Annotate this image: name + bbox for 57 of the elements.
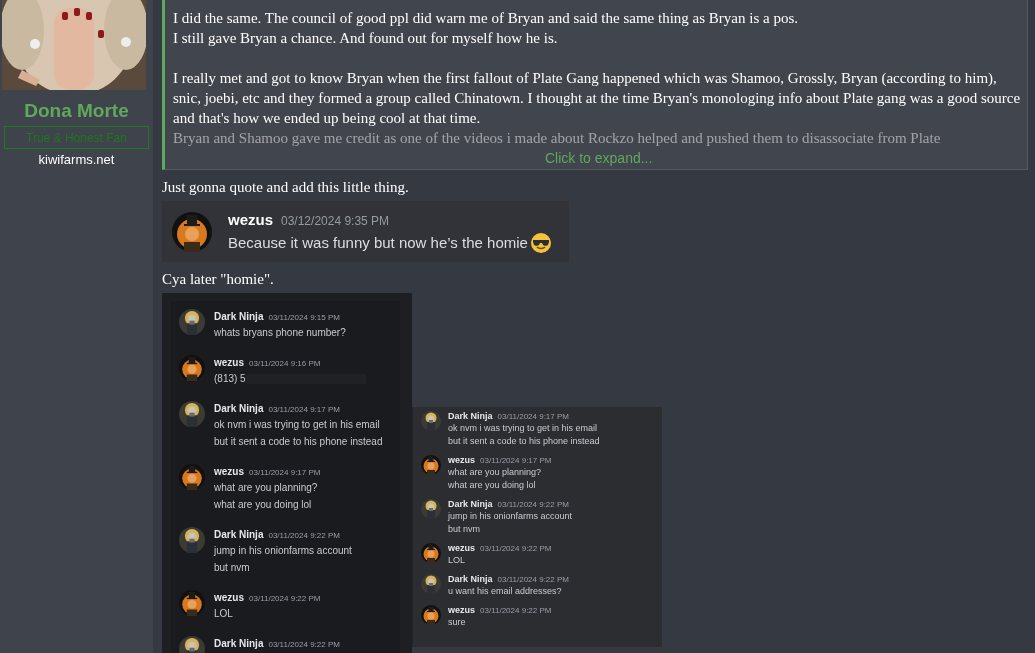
timestamp: 03/11/2024 9:17 PM: [497, 411, 569, 422]
message-text: but nvm: [448, 523, 480, 536]
username[interactable]: Dona Morte: [24, 99, 129, 123]
message-text: LOL: [214, 607, 233, 621]
message-text: Because it was funny but now he’s the homie: [228, 232, 528, 253]
message-text: what are you planning?: [448, 466, 542, 479]
click-to-expand-link[interactable]: Click to expand...: [545, 150, 653, 166]
author-name: Dark Ninja: [214, 310, 264, 324]
author-name: wezus: [448, 455, 475, 466]
post-text: Cya later "homie".: [162, 270, 275, 289]
message-text: u want his email addresses?: [448, 585, 562, 598]
timestamp: 03/11/2024 9:16 PM: [249, 358, 321, 370]
author-name: wezus: [214, 356, 244, 370]
author-name: wezus: [214, 465, 244, 479]
author-name: Dark Ninja: [214, 402, 264, 416]
timestamp: 03/11/2024 9:22 PM: [480, 605, 552, 616]
author-name: Dark Ninja: [214, 528, 264, 542]
message-text: what are you doing lol: [448, 479, 536, 492]
message-text: but nvm: [214, 561, 250, 575]
timestamp: 03/11/2024 9:17 PM: [480, 455, 552, 466]
quote-text: I really met and got to know Bryan when the first fallout of Plate Gang happened which was Shamoo, Grossly, Bryan (according to him), snic, joebi, etc and they formed a group called Chinatown. I thought at the time Bryan's monologing info about Plate gang was a good source and that's how we ended up being cool at that time.: [173, 69, 1022, 128]
author-name: wezus: [214, 591, 244, 605]
timestamp: 03/11/2024 9:22 PM: [497, 499, 569, 510]
author-name: wezus: [228, 210, 273, 230]
post-text: Just gonna quote and add this little thing.: [162, 178, 410, 197]
timestamp: 03/11/2024 9:22 PM: [268, 530, 340, 542]
message-text: but it sent a code to his phone instead: [448, 435, 600, 448]
author-name: wezus: [448, 543, 475, 554]
quote-text: Bryan and Shamoo gave me credit as one of the videos i made about Rockzo helped and pushed them to disassociate from Plate: [173, 129, 942, 148]
message-text: (813) 5: [214, 372, 246, 386]
author-name: Dark Ninja: [448, 574, 493, 585]
message-text: jump in his onionfarms account: [448, 510, 573, 523]
sunglasses-emoji-icon: [529, 231, 552, 254]
message-text: LOL: [448, 554, 465, 567]
quote-text: I did the same. The council of good ppl did warn me of Bryan and said the same thing as Bryan is a pos.: [173, 9, 799, 28]
timestamp: 03/11/2024 9:17 PM: [268, 404, 340, 416]
author-name: Dark Ninja: [448, 411, 493, 422]
message-text: but it sent a code to his phone instead: [214, 435, 383, 449]
author-name: Dark Ninja: [214, 637, 264, 651]
quote-text: I still gave Bryan a chance. And found out for myself how he is.: [173, 29, 559, 48]
message-text: whats bryans phone number?: [214, 326, 346, 340]
timestamp: 03/11/2024 9:22 PM: [497, 574, 569, 585]
user-banner-text: kiwifarms.net: [38, 151, 115, 169]
message-text: what are you planning?: [214, 481, 318, 495]
message-text: what are you doing lol: [214, 498, 312, 512]
timestamp: 03/11/2024 9:22 PM: [480, 543, 552, 554]
message-text: ok nvm i was trying to get in his email: [214, 418, 380, 432]
author-name: wezus: [448, 605, 475, 616]
timestamp: 03/11/2024 9:22 PM: [268, 639, 340, 651]
message-text: ok nvm i was trying to get in his email: [448, 422, 598, 435]
timestamp: 03/12/2024 9:35 PM: [281, 213, 390, 230]
timestamp: 03/11/2024 9:17 PM: [249, 467, 321, 479]
timestamp: 03/11/2024 9:15 PM: [268, 312, 340, 324]
message-text: jump in his onionfarms account: [214, 544, 352, 558]
author-name: Dark Ninja: [448, 499, 493, 510]
message-text: sure: [448, 616, 466, 629]
timestamp: 03/11/2024 9:22 PM: [249, 593, 321, 605]
